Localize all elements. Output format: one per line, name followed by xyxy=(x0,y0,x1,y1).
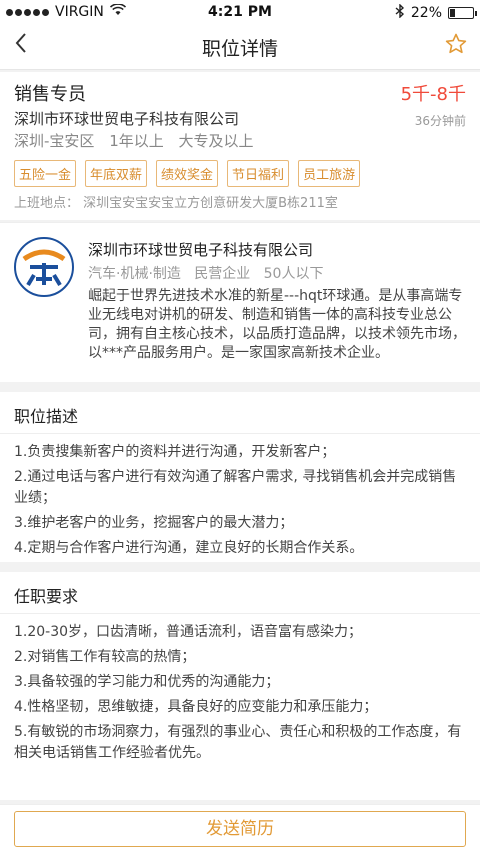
bottom-action-bar: 发送简历 xyxy=(0,804,480,853)
job-title: 销售专员 xyxy=(14,84,86,105)
benefit-tag: 员工旅游 xyxy=(298,160,361,187)
status-right: 22% xyxy=(395,3,477,22)
list-item: 5.有敏锐的市场洞察力，有强烈的事业心、责任心和积极的工作态度，有相关电话销售工… xyxy=(14,724,462,761)
job-education: 大专及以上 xyxy=(178,132,254,150)
status-bar: VIRGIN 4:21 PM 22% xyxy=(0,0,480,24)
job-summary-card: 销售专员 5千-8千 深圳市环球世贸电子科技有限公司 36分钟前 深圳-宝安区 … xyxy=(0,72,480,220)
benefit-tag: 绩效奖金 xyxy=(156,160,219,187)
company-description: 崛起于世界先进技术水准的新星---hqt环球通。是从事高端专业无线电对讲机的研发… xyxy=(88,288,466,361)
benefit-tag: 五险一金 xyxy=(14,160,77,187)
list-item: 1.负责搜集新客户的资料并进行沟通，开发新客户； xyxy=(14,444,336,460)
company-tags: 汽车·机械·制造 民营企业 50人以下 xyxy=(88,263,323,283)
benefit-tag: 节日福利 xyxy=(227,160,290,187)
job-experience: 1年以上 xyxy=(109,132,164,150)
job-meta: 深圳-宝安区 1年以上 大专及以上 xyxy=(14,130,264,151)
list-item: 1.20-30岁，口齿清晰，普通话流利，语音富有感染力； xyxy=(14,624,363,640)
requirements-section: 任职要求 1.20-30岁，口齿清晰，普通话流利，语音富有感染力； 2.对销售工… xyxy=(0,572,480,800)
benefit-tag: 年底双薪 xyxy=(85,160,148,187)
list-item: 4.定期与合作客户进行沟通，建立良好的长期合作关系。 xyxy=(14,540,364,556)
page-title: 职位详情 xyxy=(201,38,278,60)
battery-fill xyxy=(450,9,456,17)
benefit-tags: 五险一金 年底双薪 绩效奖金 节日福利 员工旅游 xyxy=(14,160,361,187)
company-industry: 汽车·机械·制造 xyxy=(88,266,181,282)
send-resume-button[interactable]: 发送简历 xyxy=(14,811,466,847)
battery-percent: 22% xyxy=(410,5,442,21)
favorite-button[interactable] xyxy=(444,32,468,60)
company-size: 50人以下 xyxy=(263,266,324,282)
section-heading: 职位描述 xyxy=(0,392,480,434)
nav-bar: 职位详情 xyxy=(0,24,480,70)
battery-icon xyxy=(448,7,477,19)
section-heading: 任职要求 xyxy=(0,572,480,614)
description-list: 1.负责搜集新客户的资料并进行沟通，开发新客户； 2.通过电话与客户进行有效沟通… xyxy=(0,434,480,559)
requirements-list: 1.20-30岁，口齿清晰，普通话流利，语音富有感染力； 2.对销售工作有较高的… xyxy=(0,614,480,764)
job-company-name[interactable]: 深圳市环球世贸电子科技有限公司 xyxy=(14,108,239,129)
job-location: 深圳-宝安区 xyxy=(14,132,95,150)
job-description-section: 职位描述 1.负责搜集新客户的资料并进行沟通，开发新客户； 2.通过电话与客户进… xyxy=(0,392,480,562)
company-name: 深圳市环球世贸电子科技有限公司 xyxy=(88,241,314,259)
star-icon xyxy=(445,33,467,54)
work-address: 上班地点： 深圳宝安宝安宝立方创意研发大厦B栋211室 xyxy=(14,196,338,211)
company-logo xyxy=(14,237,74,297)
list-item: 4.性格坚韧，思维敏捷，具备良好的应变能力和承压能力； xyxy=(14,699,378,715)
bluetooth-icon xyxy=(395,3,405,22)
list-item: 2.通过电话与客户进行有效沟通了解客户需求, 寻找销售机会并完成销售业绩； xyxy=(14,469,457,506)
list-item: 3.具备较强的学习能力和优秀的沟通能力； xyxy=(14,674,280,690)
company-card[interactable]: 深圳市环球世贸电子科技有限公司 汽车·机械·制造 民营企业 50人以下 崛起于世… xyxy=(0,222,480,382)
list-item: 2.对销售工作有较高的热情； xyxy=(14,649,196,665)
list-item: 3.维护老客户的业务，挖掘客户的最大潜力； xyxy=(14,515,294,531)
company-type: 民营企业 xyxy=(194,266,251,282)
salary: 5千-8千 xyxy=(400,84,466,105)
posted-time: 36分钟前 xyxy=(414,114,466,128)
